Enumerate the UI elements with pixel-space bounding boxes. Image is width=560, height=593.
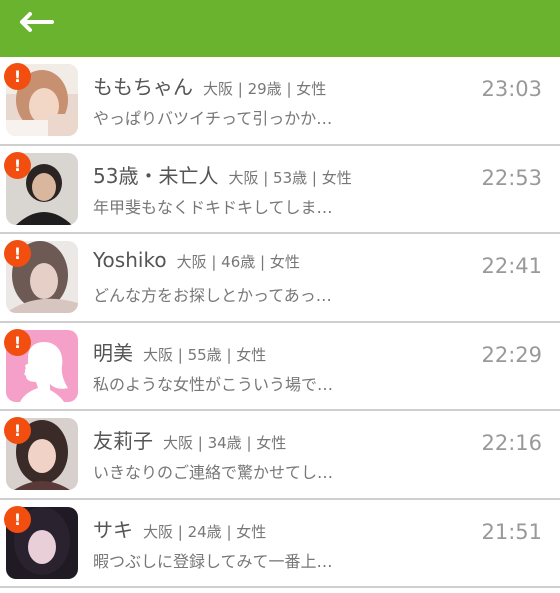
sender-meta: 大阪 | 55歳 | 女性 — [143, 345, 267, 364]
sender-name: サキ — [93, 517, 133, 542]
arrow-left-icon — [20, 12, 54, 32]
message-preview: 私のような女性がこういう場で… — [93, 374, 334, 394]
message-row[interactable]: ! Yoshiko 大阪 | 46歳 | 女性 どんな方をお探しとかってあっ… 2… — [0, 234, 560, 323]
sender-name: Yoshiko — [93, 248, 167, 272]
alert-badge: ! — [4, 63, 31, 90]
sender-meta: 大阪 | 29歳 | 女性 — [203, 80, 327, 98]
message-time: 22:41 — [481, 254, 542, 278]
back-button[interactable] — [16, 10, 56, 34]
alert-badge: ! — [4, 417, 31, 444]
sender-meta: 大阪 | 53歳 | 女性 — [228, 168, 352, 187]
alert-badge: ! — [4, 240, 31, 267]
sender-meta: 大阪 | 24歳 | 女性 — [143, 522, 267, 541]
message-preview: どんな方をお探しとかってあっ… — [93, 286, 332, 305]
message-time: 23:03 — [481, 77, 542, 101]
alert-badge: ! — [4, 328, 31, 356]
message-preview: やっぱりバツイチって引っかか… — [93, 109, 333, 128]
sender-meta: 大阪 | 46歳 | 女性 — [176, 253, 300, 271]
message-row[interactable]: ! 友莉子 大阪 | 34歳 | 女性 いきなりのご連絡で驚かせてし… 22:16 — [0, 411, 560, 500]
message-time: 22:16 — [481, 431, 542, 455]
sender-name: 53歳・未亡人 — [93, 163, 219, 188]
top-bar — [0, 0, 560, 57]
sender-name: 明美 — [93, 340, 133, 365]
message-row[interactable]: ! サキ 大阪 | 24歳 | 女性 暇つぶしに登録してみて一番上… 21:51 — [0, 499, 560, 588]
alert-badge: ! — [4, 151, 31, 179]
message-row[interactable]: ! ももちゃん 大阪 | 29歳 | 女性 やっぱりバツイチって引っかか… 23:… — [0, 57, 560, 146]
sender-meta: 大阪 | 34歳 | 女性 — [163, 434, 287, 452]
sender-name: ももちゃん — [93, 75, 193, 99]
message-time: 22:53 — [481, 165, 542, 190]
message-time: 21:51 — [481, 519, 542, 544]
message-time: 22:29 — [481, 342, 542, 367]
message-row[interactable]: ! 明美 大阪 | 55歳 | 女性 私のような女性がこういう場で… 22:29 — [0, 322, 560, 411]
message-list: ! ももちゃん 大阪 | 29歳 | 女性 やっぱりバツイチって引っかか… 23:… — [0, 57, 560, 588]
alert-badge: ! — [4, 505, 31, 533]
sender-name: 友莉子 — [93, 429, 153, 453]
message-preview: 年甲斐もなくドキドキしてしま… — [93, 197, 333, 217]
message-preview: 暇つぶしに登録してみて一番上… — [93, 551, 333, 571]
message-row[interactable]: ! 53歳・未亡人 大阪 | 53歳 | 女性 年甲斐もなくドキドキしてしま… 2… — [0, 145, 560, 234]
message-preview: いきなりのご連絡で驚かせてし… — [93, 463, 334, 482]
